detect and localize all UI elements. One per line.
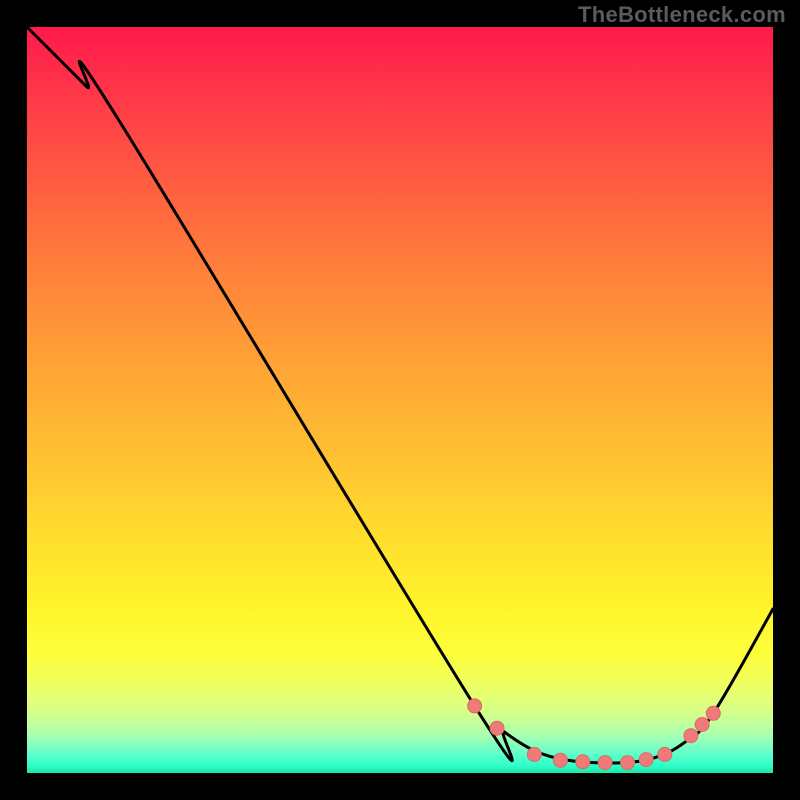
curve-layer [27, 27, 773, 773]
marker-point [468, 699, 482, 713]
bottleneck-curve [27, 27, 773, 763]
marker-point [576, 755, 590, 769]
marker-point [621, 756, 635, 770]
marker-point [639, 753, 653, 767]
plot-area [27, 27, 773, 773]
chart-frame: TheBottleneck.com [0, 0, 800, 800]
marker-point [598, 756, 612, 770]
marker-point [658, 747, 672, 761]
watermark-text: TheBottleneck.com [578, 2, 786, 28]
marker-point [684, 729, 698, 743]
marker-point [553, 753, 567, 767]
marker-point [527, 747, 541, 761]
marker-point [706, 706, 720, 720]
marker-point [695, 718, 709, 732]
marker-point [490, 721, 504, 735]
